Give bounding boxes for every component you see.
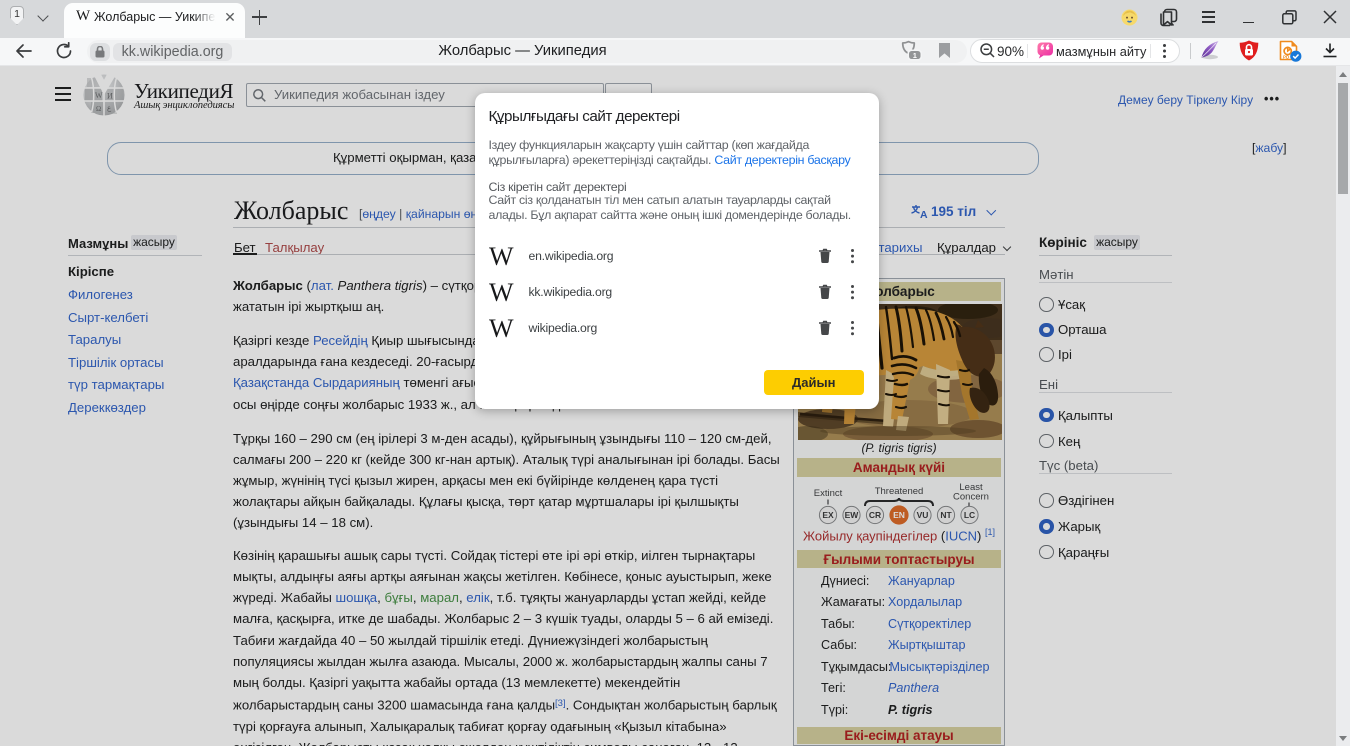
svg-text:1: 1 <box>913 51 917 60</box>
svg-text:PD: PD <box>1283 55 1290 60</box>
